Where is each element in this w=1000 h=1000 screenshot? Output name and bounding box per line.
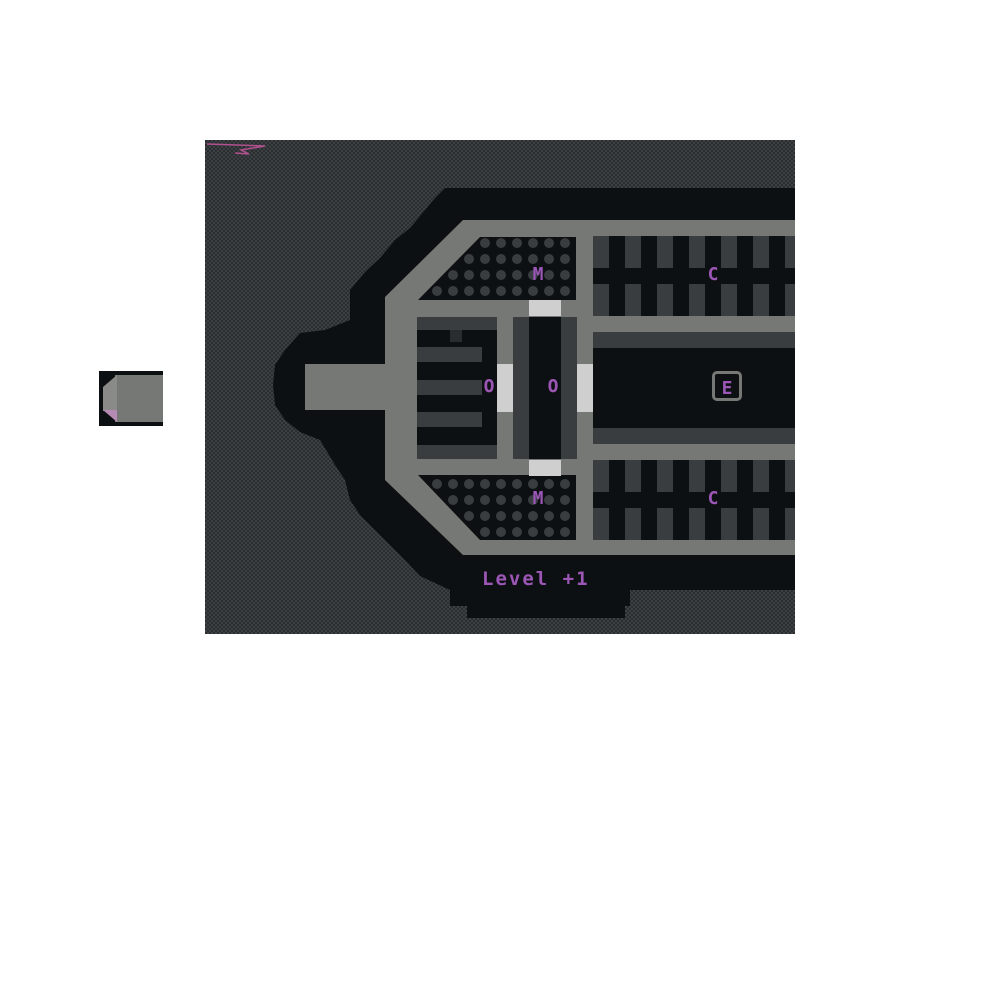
door-bottom [529,460,561,476]
engine-label: E [712,371,742,401]
crew-quarters-bottom[interactable] [593,460,795,540]
mini-ship-nose [103,387,117,411]
oxygen-left-label: O [483,376,495,397]
mini-ship-hull [115,375,163,422]
door-right [577,364,593,412]
oxygen-center-label: O [547,376,559,397]
mini-ship-nose-bottom [103,410,117,422]
mini-ship-nose-top [103,375,117,387]
engine-room[interactable] [593,332,795,444]
arrow-pointer-icon [206,143,266,155]
door-top [529,300,561,316]
crew-quarters-top[interactable] [593,236,795,316]
medbay-top-label: M [532,264,544,285]
medbay-bottom-label: M [532,488,544,509]
ship-map-viewport[interactable]: M M C C O O E Level +1 [205,140,795,634]
crew-top-label: C [707,264,719,285]
mini-ship-icon[interactable] [99,371,163,426]
level-indicator: Level +1 [482,568,590,590]
crew-bottom-label: C [707,488,719,509]
